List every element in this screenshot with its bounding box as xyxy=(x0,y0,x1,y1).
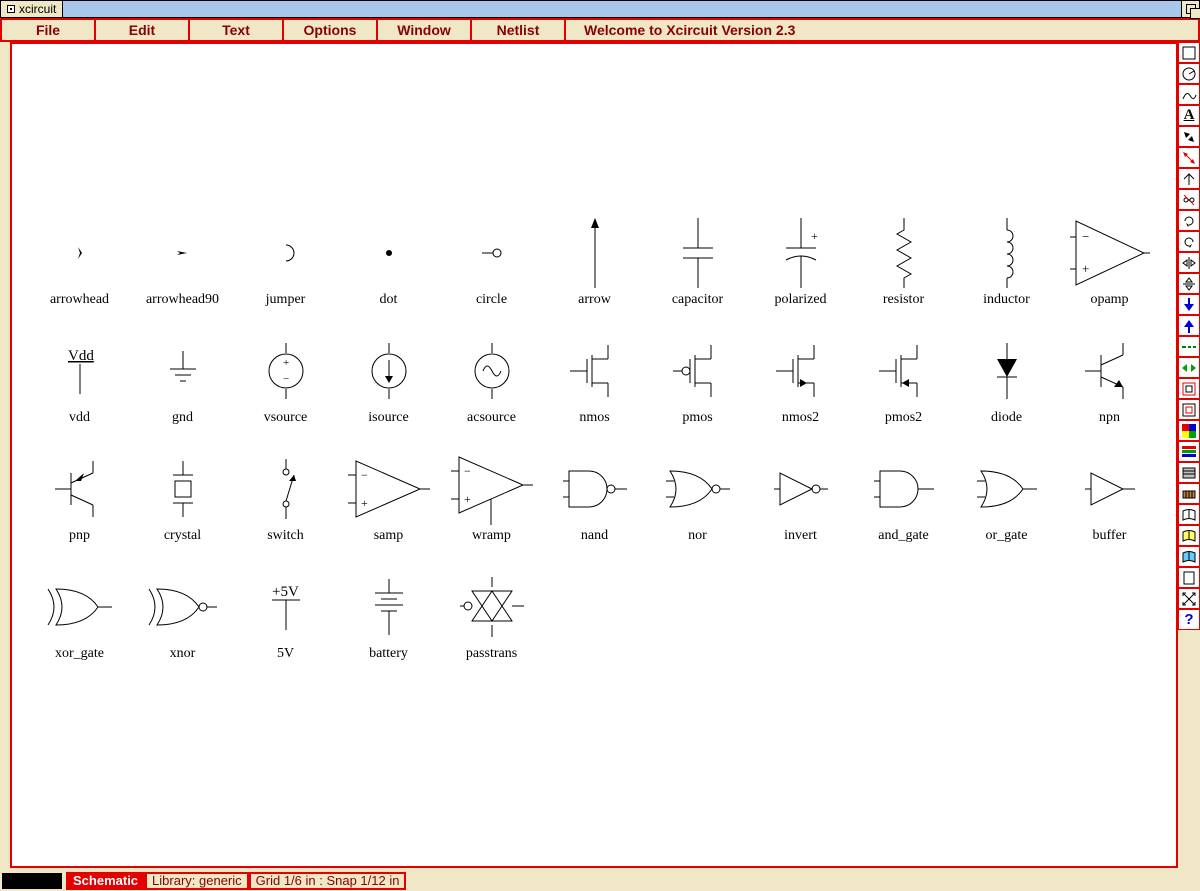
right-toolbar: A ? xyxy=(1178,42,1200,868)
app-menu-box[interactable]: xcircuit xyxy=(1,1,63,17)
symbol-wramp[interactable]: −+ wramp xyxy=(440,450,543,546)
app-icon xyxy=(7,5,15,13)
zoom-in-icon[interactable] xyxy=(1178,378,1200,399)
svg-text:Vdd: Vdd xyxy=(68,348,94,364)
lib3-icon[interactable] xyxy=(1178,546,1200,567)
params-icon[interactable] xyxy=(1178,462,1200,483)
symbol-inductor[interactable]: inductor xyxy=(955,214,1058,310)
flip-v-icon[interactable] xyxy=(1178,273,1200,294)
symbol-capacitor[interactable]: capacitor xyxy=(646,214,749,310)
status-library: Library: generic xyxy=(145,872,249,890)
status-grid: Grid 1/6 in : Snap 1/12 in xyxy=(249,872,407,890)
symbol-samp[interactable]: −+ samp xyxy=(337,450,440,546)
symbol-gnd[interactable]: gnd xyxy=(131,332,234,428)
pop-icon[interactable] xyxy=(1178,315,1200,336)
symbol-resistor[interactable]: resistor xyxy=(852,214,955,310)
welcome-message: Welcome to Xcircuit Version 2.3 xyxy=(566,20,1198,40)
swap-icon[interactable] xyxy=(1178,357,1200,378)
menu-file[interactable]: File xyxy=(2,20,96,40)
menu-edit[interactable]: Edit xyxy=(96,20,190,40)
svg-text:+: + xyxy=(283,357,289,369)
symbol-npn[interactable]: npn xyxy=(1058,332,1161,428)
copy-icon[interactable] xyxy=(1178,147,1200,168)
symbol-vdd[interactable]: Vdd vdd xyxy=(28,332,131,428)
lib2-icon[interactable] xyxy=(1178,525,1200,546)
titlebar: xcircuit xyxy=(0,0,1200,18)
symbol-invert[interactable]: invert xyxy=(749,450,852,546)
box-icon[interactable] xyxy=(1178,42,1200,63)
symbol-nmos2[interactable]: nmos2 xyxy=(749,332,852,428)
text-icon[interactable]: A xyxy=(1178,105,1200,126)
menu-netlist[interactable]: Netlist xyxy=(472,20,566,40)
rotate-cw-icon[interactable] xyxy=(1178,210,1200,231)
symbol-and-gate[interactable]: and_gate xyxy=(852,450,955,546)
svg-text:−: − xyxy=(1082,229,1089,244)
symbol-circle[interactable]: circle xyxy=(440,214,543,310)
dash-icon[interactable] xyxy=(1178,336,1200,357)
svg-text:+: + xyxy=(1082,261,1089,276)
symbol-acsource[interactable]: acsource xyxy=(440,332,543,428)
symbol-dot[interactable]: dot xyxy=(337,214,440,310)
zoom-fit-icon[interactable] xyxy=(1178,588,1200,609)
spline-icon[interactable] xyxy=(1178,84,1200,105)
symbol-xor-gate[interactable]: xor_gate xyxy=(28,568,131,664)
rotate-ccw-icon[interactable] xyxy=(1178,231,1200,252)
menu-options[interactable]: Options xyxy=(284,20,378,40)
layers-icon[interactable] xyxy=(1178,441,1200,462)
symbol-nor[interactable]: nor xyxy=(646,450,749,546)
symbol-pnp[interactable]: pnp xyxy=(28,450,131,546)
menu-text[interactable]: Text xyxy=(190,20,284,40)
left-margin xyxy=(0,42,10,868)
symbol-nmos[interactable]: nmos xyxy=(543,332,646,428)
svg-text:−: − xyxy=(464,464,471,478)
statusbar: Schematic Library: generic Grid 1/6 in :… xyxy=(0,870,1200,891)
symbol-battery[interactable]: battery xyxy=(337,568,440,664)
symbol-crystal[interactable]: crystal xyxy=(131,450,234,546)
status-swatch xyxy=(2,873,62,889)
symbol-jumper[interactable]: jumper xyxy=(234,214,337,310)
symbol-opamp[interactable]: −+ opamp xyxy=(1058,214,1161,310)
svg-text:−: − xyxy=(361,468,368,482)
symbol-pmos2[interactable]: pmos2 xyxy=(852,332,955,428)
symbol-or-gate[interactable]: or_gate xyxy=(955,450,1058,546)
symbol-arrowhead90[interactable]: arrowhead90 xyxy=(131,214,234,310)
svg-text:+5V: +5V xyxy=(272,584,299,600)
symbol-diode[interactable]: diode xyxy=(955,332,1058,428)
move-icon[interactable] xyxy=(1178,126,1200,147)
push-icon[interactable] xyxy=(1178,294,1200,315)
app-title: xcircuit xyxy=(19,2,56,16)
symbol-passtrans[interactable]: passtrans xyxy=(440,568,543,664)
color-icon[interactable] xyxy=(1178,420,1200,441)
lib1-icon[interactable] xyxy=(1178,504,1200,525)
symbol-arrowhead[interactable]: arrowhead xyxy=(28,214,131,310)
svg-text:−: − xyxy=(283,373,289,385)
symbol-nand[interactable]: nand xyxy=(543,450,646,546)
edit-icon[interactable] xyxy=(1178,168,1200,189)
menubar: File Edit Text Options Window Netlist We… xyxy=(0,18,1200,42)
help-icon[interactable]: ? xyxy=(1178,609,1200,630)
status-mode-button[interactable]: Schematic xyxy=(66,872,145,890)
symbol-buffer[interactable]: buffer xyxy=(1058,450,1161,546)
window-resize-grip[interactable] xyxy=(1181,1,1199,17)
symbol-arrow[interactable]: arrow xyxy=(543,214,646,310)
flip-h-icon[interactable] xyxy=(1178,252,1200,273)
svg-text:+: + xyxy=(811,229,818,243)
symbol-polarized[interactable]: + polarized xyxy=(749,214,852,310)
library-symbol-grid: arrowhead arrowhead90 jumper dot circle … xyxy=(28,214,1168,664)
delete-icon[interactable] xyxy=(1178,189,1200,210)
symbol-xnor[interactable]: xnor xyxy=(131,568,234,664)
arc-icon[interactable] xyxy=(1178,63,1200,84)
page-icon[interactable] xyxy=(1178,567,1200,588)
symbol-pmos[interactable]: pmos xyxy=(646,332,749,428)
symbol-switch[interactable]: switch xyxy=(234,450,337,546)
symbol-5v[interactable]: +5V 5V xyxy=(234,568,337,664)
menu-window[interactable]: Window xyxy=(378,20,472,40)
symbol-isource[interactable]: isource xyxy=(337,332,440,428)
drawing-canvas[interactable]: arrowhead arrowhead90 jumper dot circle … xyxy=(10,42,1178,868)
key-icon[interactable] xyxy=(1178,483,1200,504)
svg-text:+: + xyxy=(361,496,368,510)
svg-text:+: + xyxy=(464,492,471,506)
symbol-vsource[interactable]: +− vsource xyxy=(234,332,337,428)
zoom-out-icon[interactable] xyxy=(1178,399,1200,420)
